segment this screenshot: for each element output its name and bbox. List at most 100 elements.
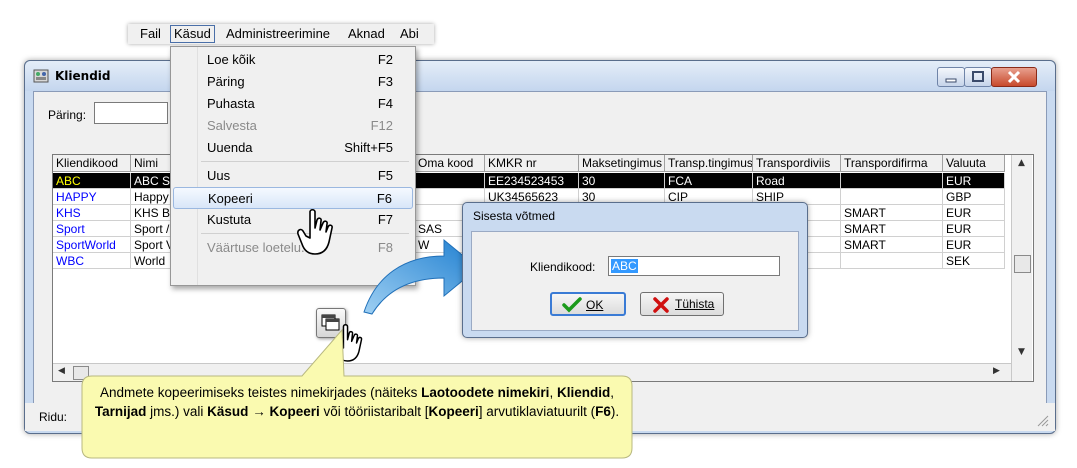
client-code-label: Kliendikood: xyxy=(530,260,596,274)
minimize-button[interactable] xyxy=(937,67,965,87)
menu-separator xyxy=(201,161,409,162)
menu-bar: Fail Käsud Administreerimine Aknad Abi xyxy=(128,24,434,44)
vertical-scrollbar[interactable]: ▲ ▼ xyxy=(1011,155,1032,381)
cell-kood[interactable]: HAPPY xyxy=(53,189,131,205)
cell-tingimus[interactable]: FCA xyxy=(665,173,753,189)
scroll-down-icon[interactable]: ▼ xyxy=(1018,347,1025,357)
menu-item-label: Uuenda xyxy=(207,140,253,155)
cell-makse[interactable]: 30 xyxy=(579,173,665,189)
menu-item-uus[interactable]: Uus F5 xyxy=(173,165,413,187)
callout-bold: Tarnijad xyxy=(94,404,147,419)
cancel-label: Tühista xyxy=(675,297,715,311)
menu-item-shortcut: F4 xyxy=(377,96,393,111)
column-header-valuuta[interactable]: Valuuta xyxy=(943,155,1005,172)
cell-valuuta[interactable]: EUR xyxy=(943,205,1005,221)
cell-firma[interactable]: SMART xyxy=(841,221,943,237)
menu-administreerimine[interactable]: Administreerimine xyxy=(226,26,330,42)
menu-item-label: Salvesta xyxy=(207,118,257,133)
scroll-up-icon[interactable]: ▲ xyxy=(1018,158,1025,168)
column-header-viis[interactable]: Transpordiviis xyxy=(753,155,841,172)
cell-firma[interactable]: SMART xyxy=(841,205,943,221)
menu-item-label: Puhasta xyxy=(207,96,255,111)
menu-item-label: Uus xyxy=(207,168,231,183)
callout-part: või tööriistaribalt [ xyxy=(319,404,429,419)
cell-valuuta[interactable]: GBP xyxy=(943,189,1005,205)
column-header-kood[interactable]: Kliendikood xyxy=(53,155,131,172)
scroll-right-icon[interactable]: ▶ xyxy=(993,366,1000,376)
menu-item-shortcut: F6 xyxy=(376,191,392,206)
menu-item-puhasta[interactable]: Puhasta F4 xyxy=(173,93,413,115)
cell-kood[interactable]: ABC xyxy=(53,173,131,189)
cell-kood[interactable]: WBC xyxy=(53,253,131,269)
menu-item-uuenda[interactable]: Uuenda Shift+F5 xyxy=(173,137,413,159)
callout-bold: Laotoodete nimekiri xyxy=(421,385,550,400)
checkmark-icon xyxy=(562,297,582,313)
cancel-button[interactable]: Tühista xyxy=(640,292,724,316)
cell-kood[interactable]: SportWorld xyxy=(53,237,131,253)
callout-arrow: → xyxy=(248,404,270,419)
column-header-oma[interactable]: Oma kood xyxy=(415,155,485,172)
menu-item-shortcut: F2 xyxy=(377,52,393,67)
window-title: Kliendid xyxy=(55,69,111,83)
menu-aknad[interactable]: Aknad xyxy=(348,26,385,42)
minimize-icon xyxy=(945,78,957,83)
menu-item-loe-kõik[interactable]: Loe kõik F2 xyxy=(173,49,413,71)
ok-button[interactable]: OK xyxy=(550,292,626,316)
enter-keys-dialog: Sisesta võtmed Kliendikood: ABC OK Tühis… xyxy=(462,202,808,338)
resize-grip-icon[interactable] xyxy=(1035,413,1049,427)
menu-fail[interactable]: Fail xyxy=(140,26,161,42)
callout-part: jms.) vali xyxy=(146,404,208,419)
callout-part: , xyxy=(549,385,557,400)
cell-oma[interactable] xyxy=(415,173,485,189)
column-header-firma[interactable]: Transpordifirma xyxy=(841,155,943,172)
scroll-left-icon[interactable]: ◀ xyxy=(58,366,65,376)
menu-item-label: Kustuta xyxy=(207,212,252,227)
cell-valuuta[interactable]: EUR xyxy=(943,237,1005,253)
close-button[interactable] xyxy=(991,67,1037,87)
callout-text: Andmete kopeerimiseks teistes nimekirjad… xyxy=(90,383,624,421)
cell-valuuta[interactable]: SEK xyxy=(943,253,1005,269)
dialog-title: Sisesta võtmed xyxy=(473,209,556,223)
rows-count-label: Ridu: xyxy=(39,410,68,424)
vertical-scroll-thumb[interactable] xyxy=(1014,255,1031,273)
menu-item-shortcut: F5 xyxy=(377,168,393,183)
client-code-value: ABC xyxy=(611,259,638,273)
hand-cursor-icon xyxy=(297,208,333,255)
maximize-icon xyxy=(972,71,984,82)
cell-valuuta[interactable]: EUR xyxy=(943,173,1005,189)
query-input[interactable] xyxy=(94,102,168,124)
cell-valuuta[interactable]: EUR xyxy=(943,221,1005,237)
menu-item-kopeeri[interactable]: Kopeeri F6 xyxy=(173,187,413,209)
menu-item-label: Loe kõik xyxy=(207,52,256,67)
cell-firma[interactable] xyxy=(841,173,943,189)
callout-bold: F6 xyxy=(595,404,611,419)
client-code-input[interactable]: ABC xyxy=(608,256,780,276)
menu-kasud[interactable]: Käsud xyxy=(170,25,215,43)
ok-label: OK xyxy=(586,298,604,312)
menu-item-label: Päring xyxy=(207,74,245,89)
cell-viis[interactable]: Road xyxy=(753,173,841,189)
cell-kood[interactable]: Sport xyxy=(53,221,131,237)
column-header-kmkr[interactable]: KMKR nr xyxy=(485,155,579,172)
cross-icon xyxy=(653,297,669,313)
callout-bold: Kopeeri xyxy=(428,404,479,419)
cell-kmkr[interactable]: EE234523453 xyxy=(485,173,579,189)
close-icon xyxy=(1007,70,1021,84)
callout-part: ] arvutiklaviatuurilt ( xyxy=(478,404,596,419)
callout-bold: Käsud xyxy=(207,404,249,419)
menu-item-päring[interactable]: Päring F3 xyxy=(173,71,413,93)
callout-part: , xyxy=(610,385,614,400)
cell-firma[interactable]: SMART xyxy=(841,237,943,253)
cell-kood[interactable]: KHS xyxy=(53,205,131,221)
menu-item-label: Kopeeri xyxy=(208,191,253,206)
menu-abi[interactable]: Abi xyxy=(400,26,419,42)
cell-firma[interactable] xyxy=(841,189,943,205)
callout-bold: Kliendid xyxy=(556,385,611,400)
menu-item-shortcut: F12 xyxy=(370,118,393,133)
callout-part: Andmete kopeerimiseks teistes nimekirjad… xyxy=(100,385,422,400)
column-header-makse[interactable]: Maksetingimus xyxy=(579,155,665,172)
query-label: Päring: xyxy=(48,108,87,122)
maximize-button[interactable] xyxy=(964,67,992,87)
column-header-tingimus[interactable]: Transp.tingimus xyxy=(665,155,753,172)
cell-firma[interactable] xyxy=(841,253,943,269)
